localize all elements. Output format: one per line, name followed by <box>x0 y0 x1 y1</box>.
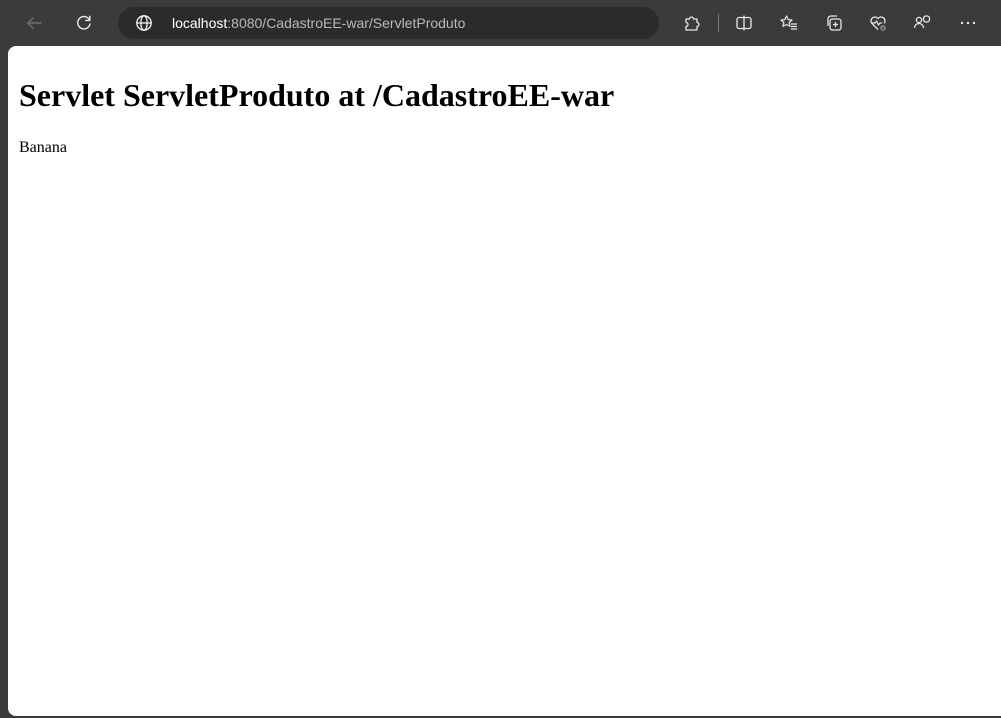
favorites-button[interactable] <box>774 8 804 38</box>
collections-button[interactable] <box>819 8 849 38</box>
url-host: localhost <box>172 15 228 31</box>
url-path: :8080/CadastroEE-war/ServletProduto <box>227 15 466 31</box>
browser-toolbar: localhost:8080/CadastroEE-war/ServletPro… <box>0 0 1001 46</box>
globe-icon[interactable] <box>135 14 153 32</box>
puzzle-icon <box>685 16 700 31</box>
url-text[interactable]: localhost:8080/CadastroEE-war/ServletPro… <box>172 7 465 39</box>
browser-essentials-button[interactable] <box>863 8 893 38</box>
favorites-icon <box>780 15 797 30</box>
page-heading: Servlet ServletProduto at /CadastroEE-wa… <box>19 77 615 113</box>
people-icon <box>913 15 931 29</box>
arrow-left-icon <box>27 17 42 29</box>
heart-pulse-icon <box>870 16 886 31</box>
refresh-button[interactable] <box>69 8 99 38</box>
split-screen-icon <box>736 15 752 31</box>
more-icon <box>960 21 976 25</box>
refresh-icon <box>77 15 91 30</box>
extensions-button[interactable] <box>677 8 707 38</box>
page-viewport: Servlet ServletProduto at /CadastroEE-wa… <box>8 46 1001 716</box>
address-bar[interactable]: localhost:8080/CadastroEE-war/ServletPro… <box>118 7 659 39</box>
product-name-text: Banana <box>19 139 67 156</box>
collections-icon <box>827 15 842 31</box>
more-button[interactable] <box>953 8 983 38</box>
split-screen-button[interactable] <box>729 8 759 38</box>
toolbar-divider <box>718 14 719 32</box>
back-button[interactable] <box>19 8 49 38</box>
copilot-button[interactable] <box>907 8 937 38</box>
